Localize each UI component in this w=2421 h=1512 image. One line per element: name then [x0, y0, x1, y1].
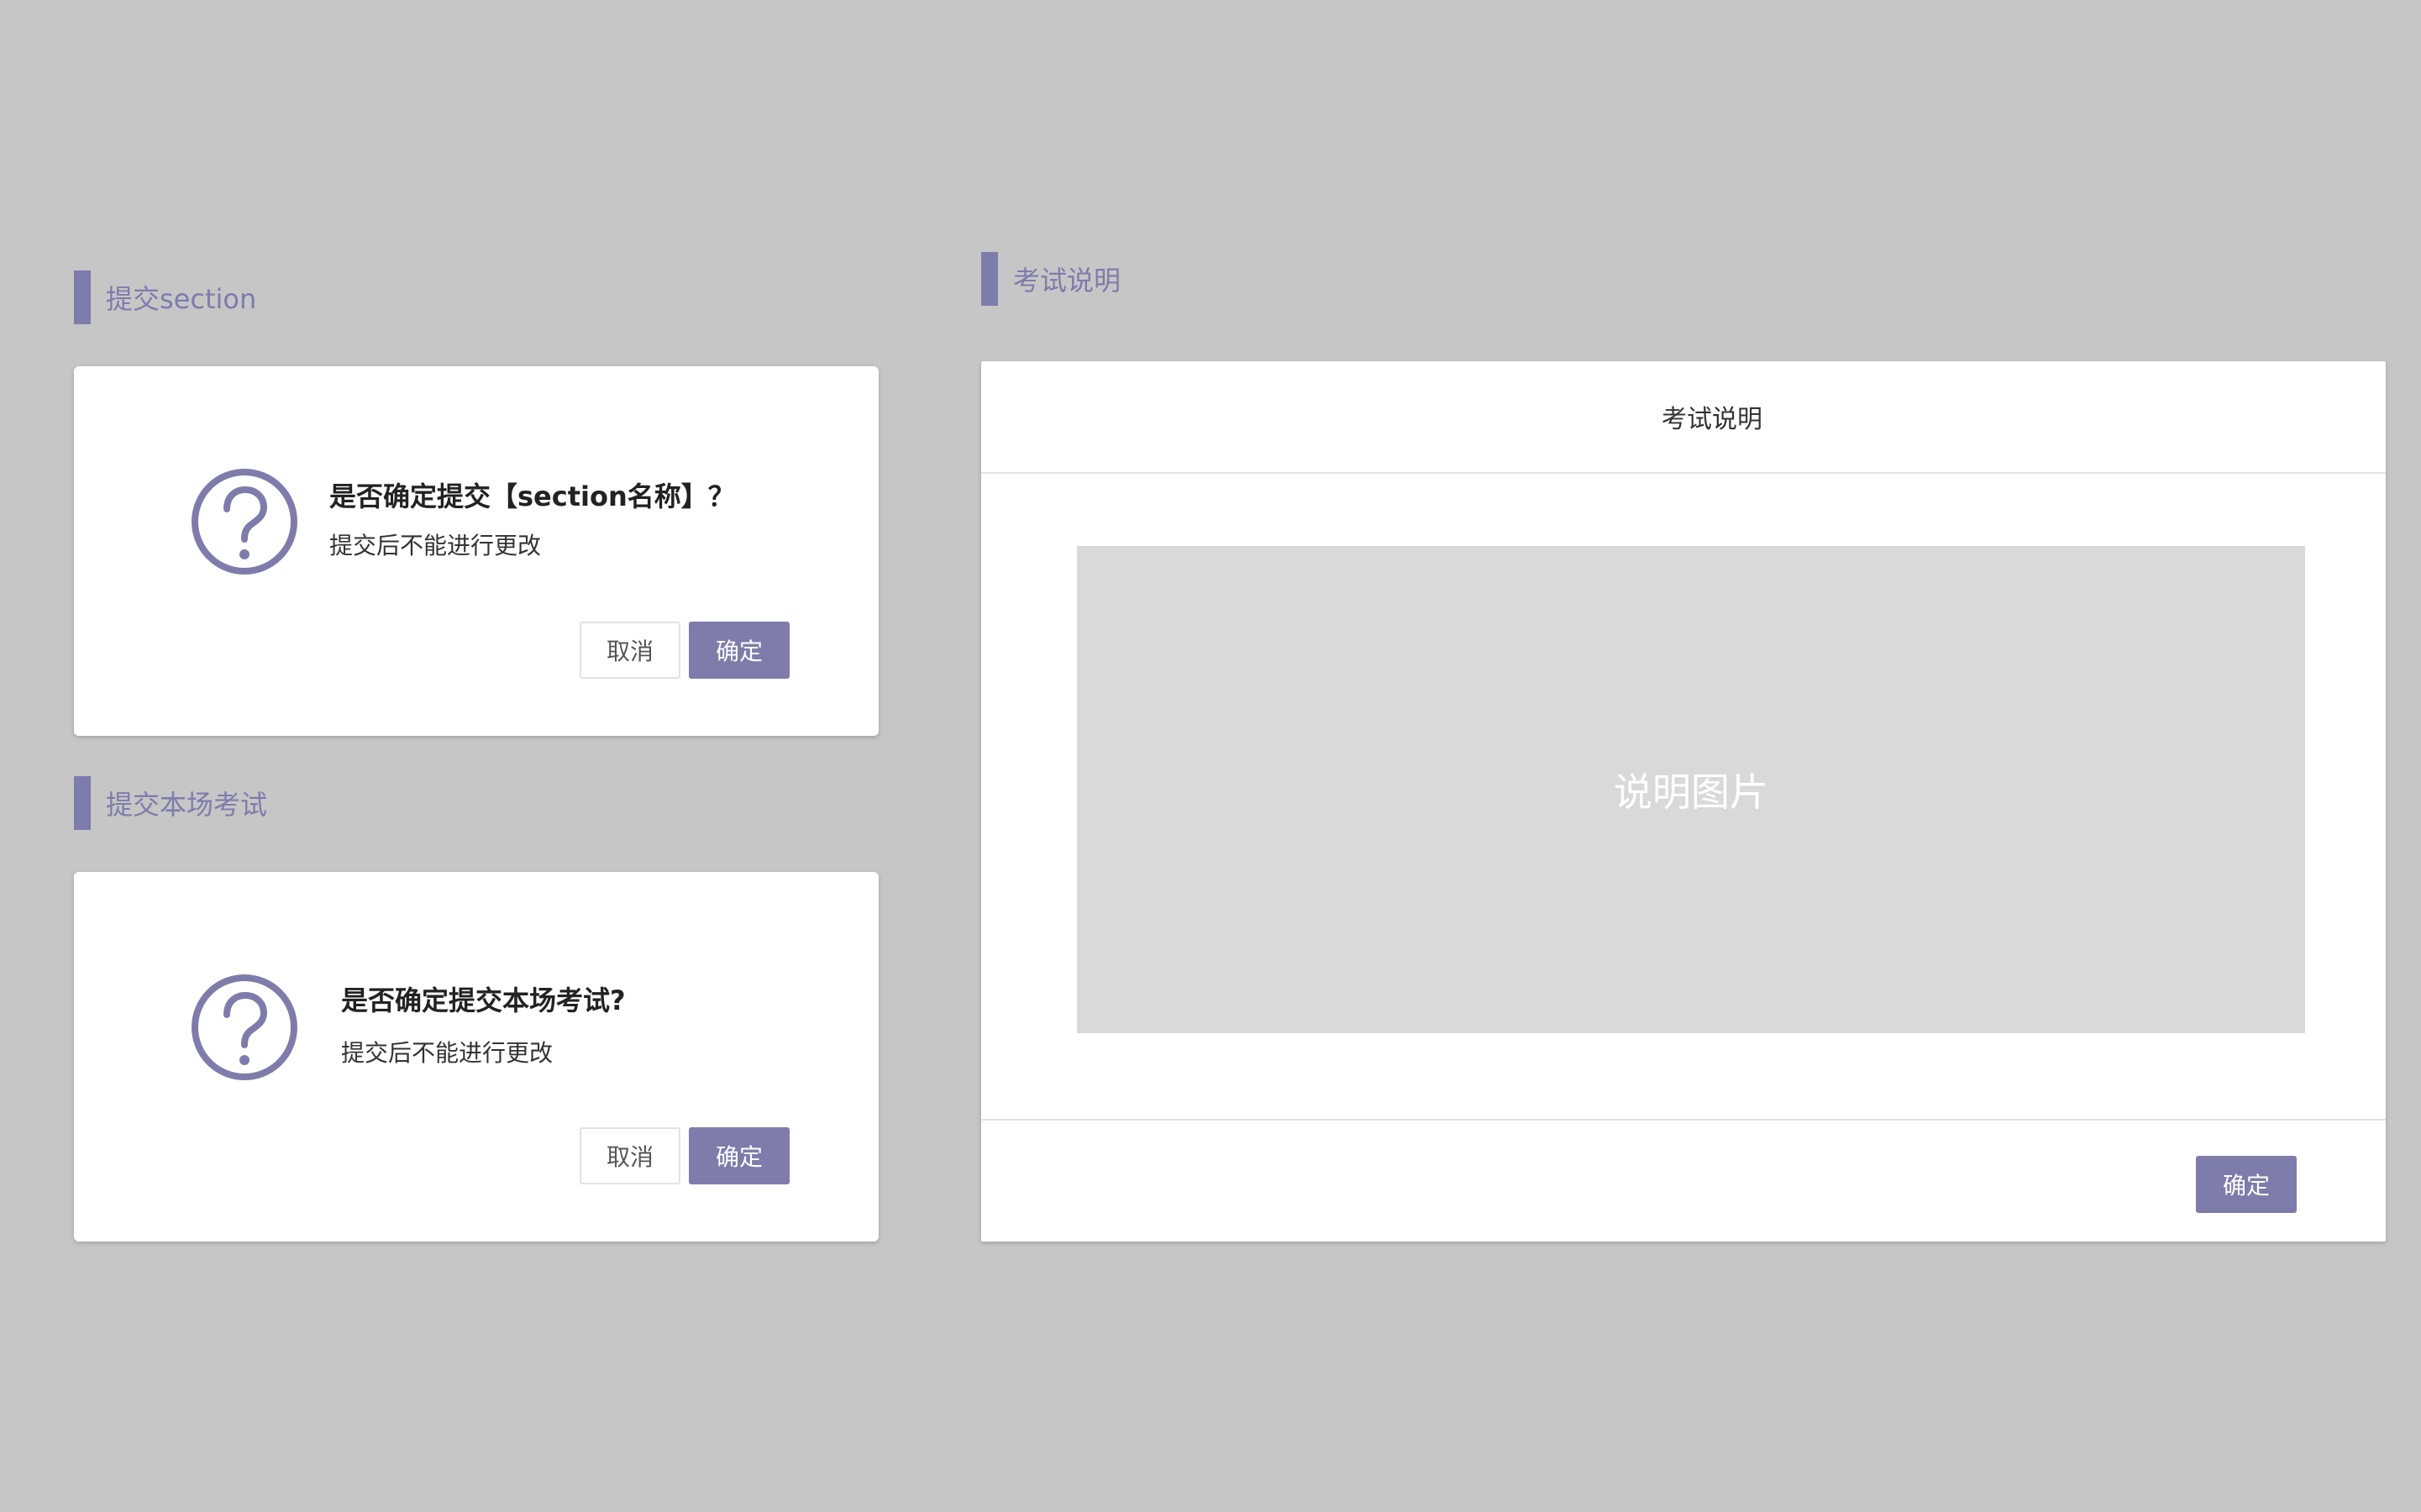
dialog-header: 考试说明 — [981, 361, 2386, 474]
confirm-button[interactable]: 确定 — [2196, 1156, 2297, 1213]
heading-text: 提交section — [106, 283, 257, 315]
instruction-image-placeholder: 说明图片 — [1077, 546, 2305, 1033]
image-placeholder-label: 说明图片 — [1614, 769, 1768, 815]
heading-accent-bar — [981, 252, 998, 306]
dialog-description: 提交后不能进行更改 — [329, 532, 542, 559]
exam-instructions-dialog: 考试说明 说明图片 确定 — [981, 361, 2386, 1242]
question-circle-icon — [192, 974, 297, 1080]
submit-exam-confirm-dialog: 是否确定提交本场考试? 提交后不能进行更改 取消 确定 — [74, 872, 879, 1242]
confirm-button[interactable]: 确定 — [689, 622, 790, 679]
cancel-button[interactable]: 取消 — [580, 1127, 680, 1184]
dialog-title: 是否确定提交【section名称】？ — [329, 480, 735, 512]
section-heading-submit-exam: 提交本场考试 — [74, 776, 267, 830]
cancel-button[interactable]: 取消 — [580, 622, 680, 679]
heading-text: 考试说明 — [1013, 265, 1121, 297]
section-heading-exam-instructions: 考试说明 — [981, 252, 1121, 306]
heading-accent-bar — [74, 270, 91, 324]
heading-accent-bar — [74, 776, 91, 830]
heading-text: 提交本场考试 — [106, 789, 268, 821]
dialog-description: 提交后不能进行更改 — [341, 1039, 554, 1067]
dialog-title: 是否确定提交本场考试? — [341, 984, 626, 1016]
section-heading-submit-section: 提交section — [74, 270, 256, 324]
dialog-title: 考试说明 — [1662, 405, 1762, 434]
dialog-footer: 确定 — [981, 1119, 2386, 1243]
confirm-button[interactable]: 确定 — [689, 1127, 790, 1184]
question-circle-icon — [192, 469, 297, 575]
submit-section-confirm-dialog: 是否确定提交【section名称】？ 提交后不能进行更改 取消 确定 — [74, 366, 879, 736]
